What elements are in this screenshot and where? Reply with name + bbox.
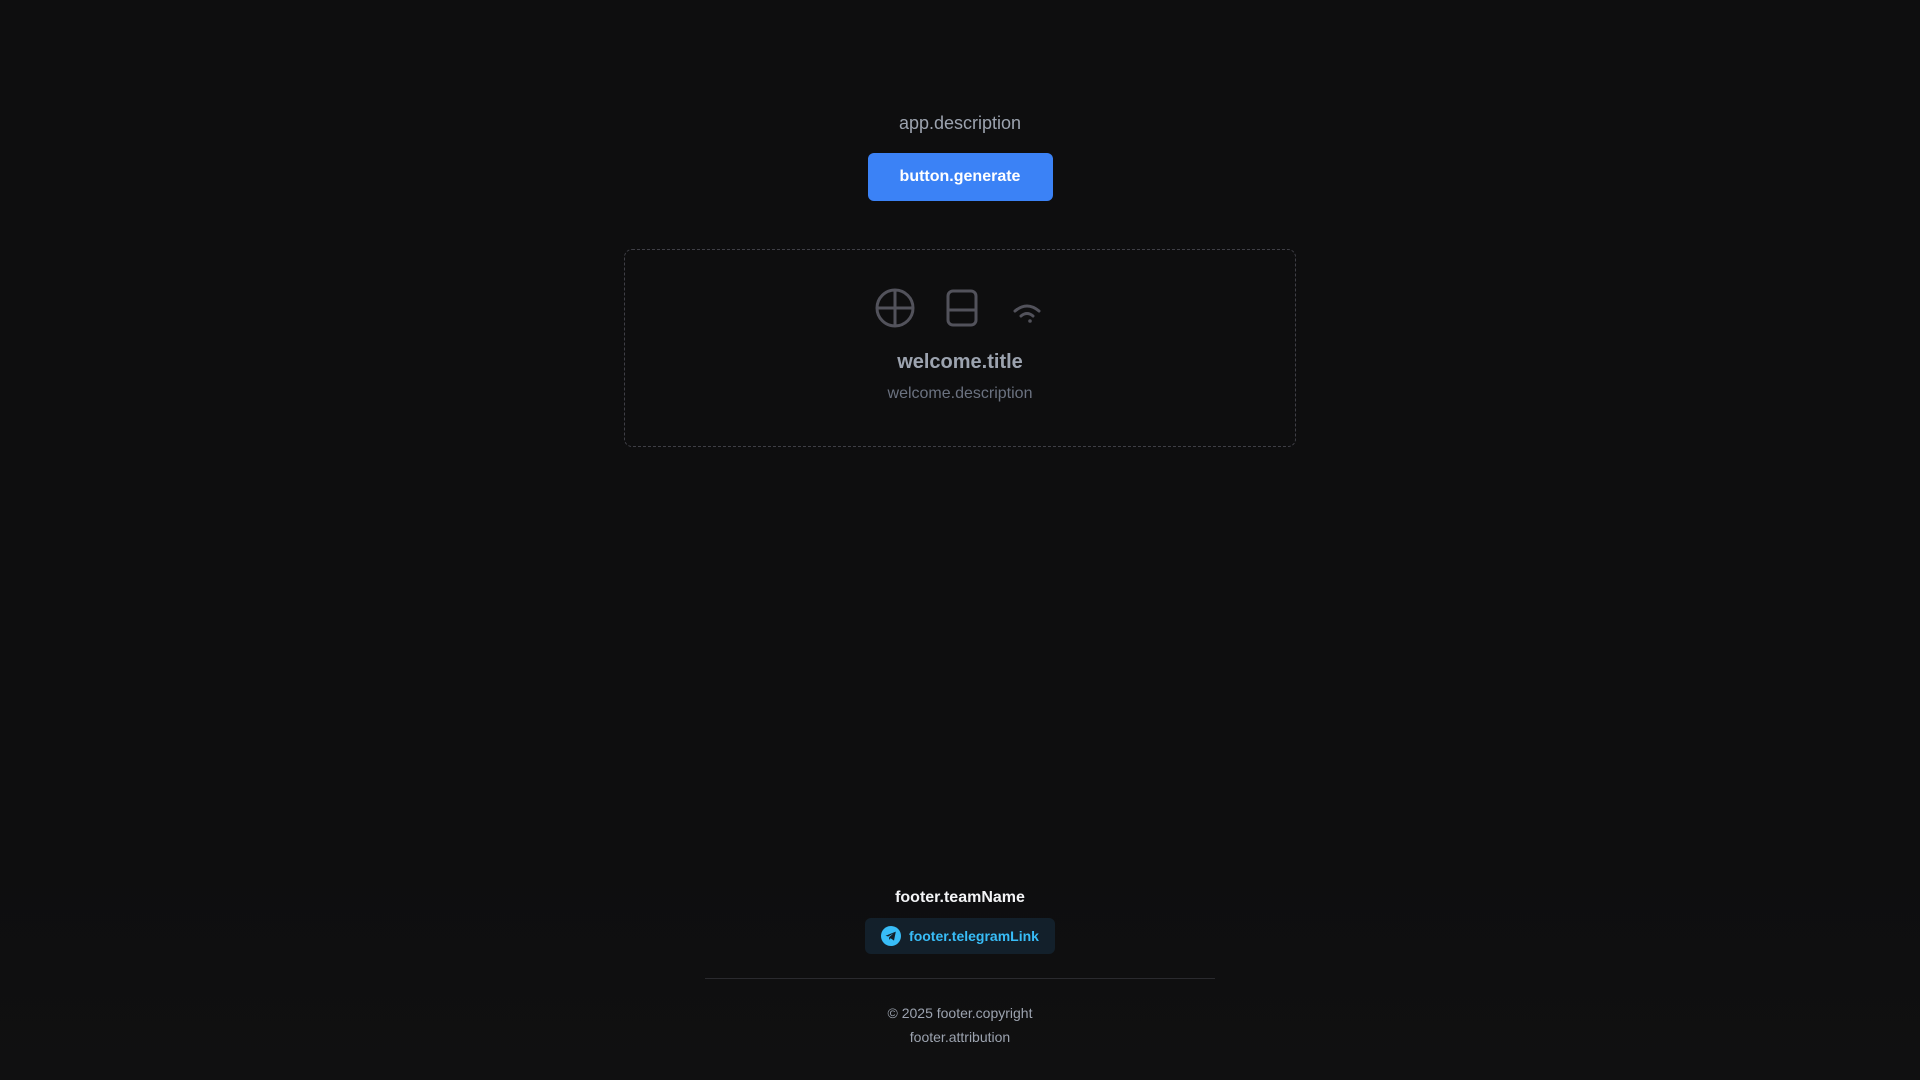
- app-description: app.description: [898, 113, 1022, 133]
- page: app.description button.generate welcome.…: [0, 0, 1920, 1080]
- copyright-text: footer.copyright: [936, 1005, 1033, 1021]
- tablet-icon: [945, 288, 979, 328]
- wifi-icon: [1009, 288, 1045, 328]
- footer-team-name: footer.teamName: [895, 889, 1025, 906]
- attribution: footer.attribution: [909, 1029, 1011, 1045]
- telegram-link[interactable]: footer.telegramLink: [865, 918, 1055, 954]
- welcome-title: welcome.title: [897, 351, 1023, 373]
- telegram-icon: [881, 926, 902, 946]
- welcome-card: welcome.title welcome.description: [624, 249, 1296, 447]
- copyright-year: © 2025: [887, 1005, 933, 1021]
- telegram-link-label: footer.telegramLink: [909, 928, 1039, 944]
- welcome-description: welcome.description: [887, 385, 1033, 402]
- welcome-icons: [875, 286, 1045, 330]
- generate-button[interactable]: button.generate: [867, 153, 1053, 201]
- footer-divider: [705, 978, 1215, 979]
- copyright: © 2025 footer.copyright: [888, 1004, 1033, 1022]
- footer: footer.teamName footer.telegramLink © 20…: [0, 855, 1920, 1080]
- main-content: app.description button.generate welcome.…: [0, 0, 1920, 447]
- globe-icon: [875, 288, 915, 328]
